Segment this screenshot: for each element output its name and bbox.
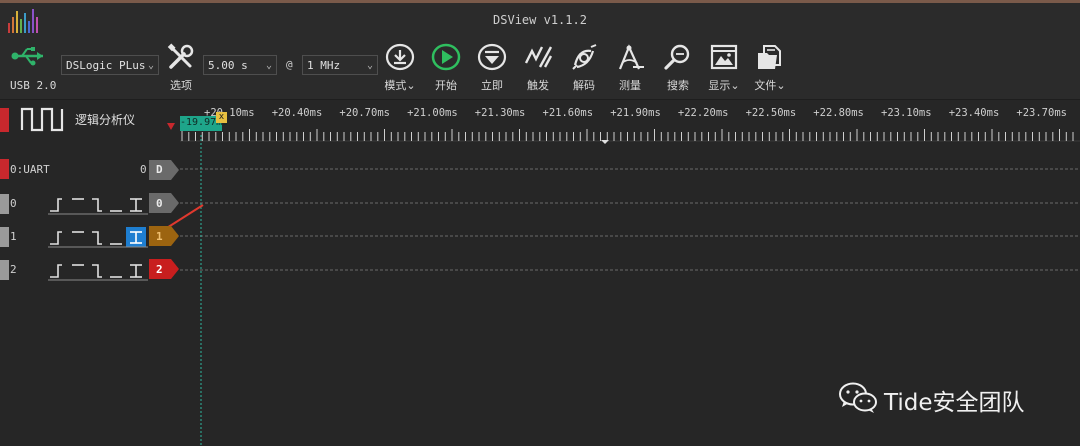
channel-2-trigger-options[interactable] [48, 259, 148, 281]
channel-0-tag[interactable] [149, 193, 181, 213]
options-button[interactable]: 选项 [159, 43, 203, 93]
ruler-tick-label: +21.90ms [610, 107, 661, 119]
search-label: 搜索 [667, 79, 689, 92]
window-title: DSView v1.1.2 [493, 13, 587, 27]
mode-button[interactable]: 模式⌄ [378, 43, 422, 93]
chevron-down-icon: ⌄ [265, 60, 272, 71]
channel-0-tag-label: 0 [156, 197, 163, 210]
ruler-tick-label: +23.40ms [949, 107, 1000, 119]
sample-time-value: 5.00 s [208, 59, 248, 72]
channel-2-name[interactable]: 2 [10, 263, 17, 276]
chevron-down-icon: ⌄ [147, 60, 154, 71]
channel-0-color-tab[interactable] [0, 194, 9, 214]
scroll-marker-icon [601, 140, 609, 144]
decode-button[interactable]: 解码 [562, 43, 606, 93]
channel-2-color-tab[interactable] [0, 260, 9, 280]
search-button[interactable]: 搜索 [656, 43, 700, 93]
close-icon[interactable]: x [216, 112, 227, 123]
chevron-down-icon: ⌄ [730, 79, 740, 92]
instant-label: 立即 [481, 79, 503, 92]
ruler-tick-label: +21.30ms [475, 107, 526, 119]
toolbar: USB 2.0 DSLogic PLus ⌄ 选项 5.00 s ⌄ @ 1 M… [0, 39, 1080, 100]
start-button[interactable]: 开始 [424, 43, 468, 93]
start-label: 开始 [435, 79, 457, 92]
measure-label: 测量 [619, 79, 641, 92]
measure-button[interactable]: 测量 [608, 43, 652, 93]
tools-icon [167, 43, 194, 69]
ruler-tick-label: +23.10ms [881, 107, 932, 119]
wechat-icon [839, 382, 877, 413]
falling-edge-icon [92, 198, 102, 212]
ruler-tick-label: +22.20ms [678, 107, 729, 119]
any-edge-icon [130, 198, 142, 212]
channel-2-tag-label: 2 [156, 263, 163, 276]
channel-1-name[interactable]: 1 [10, 230, 17, 243]
decoder-name[interactable]: 0:UART [10, 163, 50, 176]
trigger-icon [524, 46, 553, 68]
chevron-down-icon: ⌄ [776, 79, 786, 92]
channel-0-trigger-options[interactable] [48, 193, 148, 215]
channel-1-tag[interactable] [149, 226, 181, 246]
device-select[interactable]: DSLogic PLus ⌄ [61, 55, 159, 75]
display-button[interactable]: 显示⌄ [702, 43, 746, 93]
time-ruler [181, 129, 1074, 141]
trigger-button[interactable]: 触发 [516, 43, 560, 93]
play-icon [431, 43, 461, 71]
single-shot-icon [477, 43, 507, 71]
trigger-marker-icon [167, 123, 175, 130]
measure-icon [618, 44, 644, 70]
decoder-value: 0 [140, 163, 147, 176]
ruler-tick-label: +22.80ms [813, 107, 864, 119]
rising-edge-icon [50, 198, 62, 212]
channel-1-tag-label: 1 [156, 230, 163, 243]
usb-label: USB 2.0 [10, 79, 57, 92]
title-bar: DSView v1.1.2 [0, 3, 1080, 39]
instant-button[interactable]: 立即 [470, 43, 514, 93]
ruler-tick-label: +21.00ms [407, 107, 458, 119]
display-icon [710, 44, 738, 70]
channel-1-trigger-options[interactable] [48, 226, 148, 248]
options-label: 选项 [170, 79, 192, 92]
search-icon [664, 44, 690, 70]
chevron-down-icon: ⌄ [366, 60, 373, 71]
mode-label: 模式 [384, 79, 407, 92]
ruler-tick-label: +21.60ms [543, 107, 594, 119]
file-label: 文件 [754, 79, 777, 92]
sample-rate-value: 1 MHz [307, 59, 341, 72]
decoder-color-tab[interactable] [0, 159, 9, 179]
usb-icon [11, 47, 43, 66]
time-ruler-labels: +20.10ms +20.40ms +20.70ms +21.00ms +21.30ms… [204, 107, 1067, 119]
ruler-tick-label: +23.70ms [1016, 107, 1067, 119]
channel-1-color-tab[interactable] [0, 227, 9, 247]
channel-2-tag[interactable] [149, 259, 181, 279]
usb-status [10, 45, 60, 71]
trigger-label: 触发 [527, 79, 549, 92]
ruler-tick-label: +20.70ms [339, 107, 390, 119]
file-button[interactable]: 文件⌄ [748, 43, 792, 93]
decoder-tag[interactable] [149, 160, 181, 180]
channel-0-name[interactable]: 0 [10, 197, 17, 210]
decode-label: 解码 [573, 79, 595, 92]
at-label: @ [286, 58, 293, 71]
sample-rate-select[interactable]: 1 MHz ⌄ [302, 55, 378, 75]
decode-icon [572, 44, 597, 70]
display-label: 显示 [708, 79, 731, 92]
sample-time-select[interactable]: 5.00 s ⌄ [203, 55, 277, 75]
ruler-tick-label: +22.50ms [746, 107, 797, 119]
download-icon [385, 43, 415, 71]
file-icon [758, 45, 781, 69]
decoder-tag-label: D [156, 163, 163, 176]
device-select-value: DSLogic PLus [66, 59, 146, 72]
chevron-down-icon: ⌄ [406, 79, 416, 92]
ruler-tick-label: +20.40ms [272, 107, 323, 119]
watermark-text: Tide安全团队 [884, 390, 1025, 416]
